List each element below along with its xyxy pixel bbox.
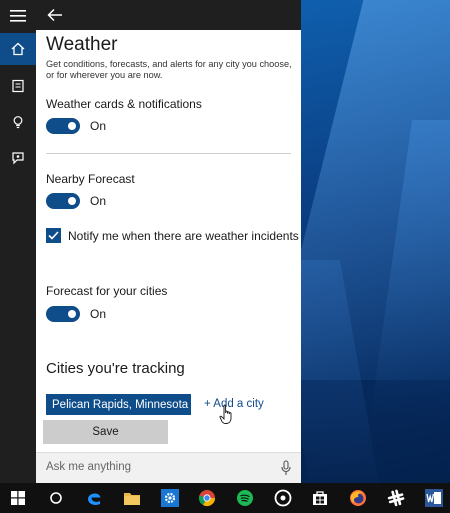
notify-incidents-label: Notify me when there are weather inciden…	[68, 228, 299, 243]
hand-cursor-icon	[219, 404, 232, 424]
notify-incidents-checkbox[interactable]	[46, 228, 61, 243]
word-icon[interactable]	[419, 483, 449, 513]
firefox-icon[interactable]	[343, 483, 373, 513]
hamburger-menu-icon[interactable]	[0, 0, 36, 32]
checkmark-icon	[48, 231, 59, 240]
notebook-icon[interactable]	[0, 70, 36, 102]
forecast-cities-toggle-row[interactable]: On	[46, 306, 106, 322]
search-input[interactable]	[46, 461, 266, 473]
feedback-icon[interactable]	[0, 142, 36, 174]
divider	[46, 153, 291, 154]
nearby-forecast-toggle[interactable]	[46, 193, 80, 209]
weather-cards-toggle-row[interactable]: On	[46, 118, 106, 134]
slack-icon[interactable]	[381, 483, 411, 513]
cortana-search-bar	[36, 452, 301, 483]
desktop-wallpaper	[301, 0, 450, 483]
forecast-cities-label: Forecast for your cities	[46, 284, 168, 298]
nearby-forecast-label: Nearby Forecast	[46, 172, 135, 186]
cortana-icon[interactable]	[41, 483, 71, 513]
nearby-forecast-toggle-row[interactable]: On	[46, 193, 106, 209]
home-icon[interactable]	[0, 33, 36, 65]
windows-start-icon[interactable]	[3, 483, 33, 513]
forecast-cities-toggle[interactable]	[46, 306, 80, 322]
microphone-icon[interactable]	[279, 459, 293, 477]
chrome-icon[interactable]	[192, 483, 222, 513]
cortana-header	[36, 0, 301, 30]
weather-settings-panel: Weather Get conditions, forecasts, and a…	[36, 30, 301, 452]
cities-section-title: Cities you're tracking	[46, 360, 185, 377]
page-title: Weather	[46, 34, 118, 55]
settings-gear-icon[interactable]	[155, 483, 185, 513]
edge-icon[interactable]	[79, 483, 109, 513]
forecast-cities-state: On	[90, 307, 107, 321]
notify-incidents-row[interactable]: Notify me when there are weather inciden…	[46, 228, 299, 243]
nearby-forecast-state: On	[90, 194, 107, 208]
back-arrow-icon[interactable]	[44, 4, 66, 26]
file-explorer-icon[interactable]	[117, 483, 147, 513]
weather-cards-label: Weather cards & notifications	[46, 97, 202, 111]
store-icon[interactable]	[305, 483, 335, 513]
page-description: Get conditions, forecasts, and alerts fo…	[46, 59, 292, 80]
weather-cards-toggle[interactable]	[46, 118, 80, 134]
taskbar	[0, 483, 450, 513]
spotify-icon[interactable]	[230, 483, 260, 513]
weather-cards-state: On	[90, 119, 107, 133]
groove-music-icon[interactable]	[268, 483, 298, 513]
cortana-rail	[0, 0, 36, 483]
tracked-city-item[interactable]: Pelican Rapids, Minnesota	[46, 394, 191, 415]
save-button[interactable]: Save	[43, 420, 168, 444]
lightbulb-icon[interactable]	[0, 106, 36, 138]
